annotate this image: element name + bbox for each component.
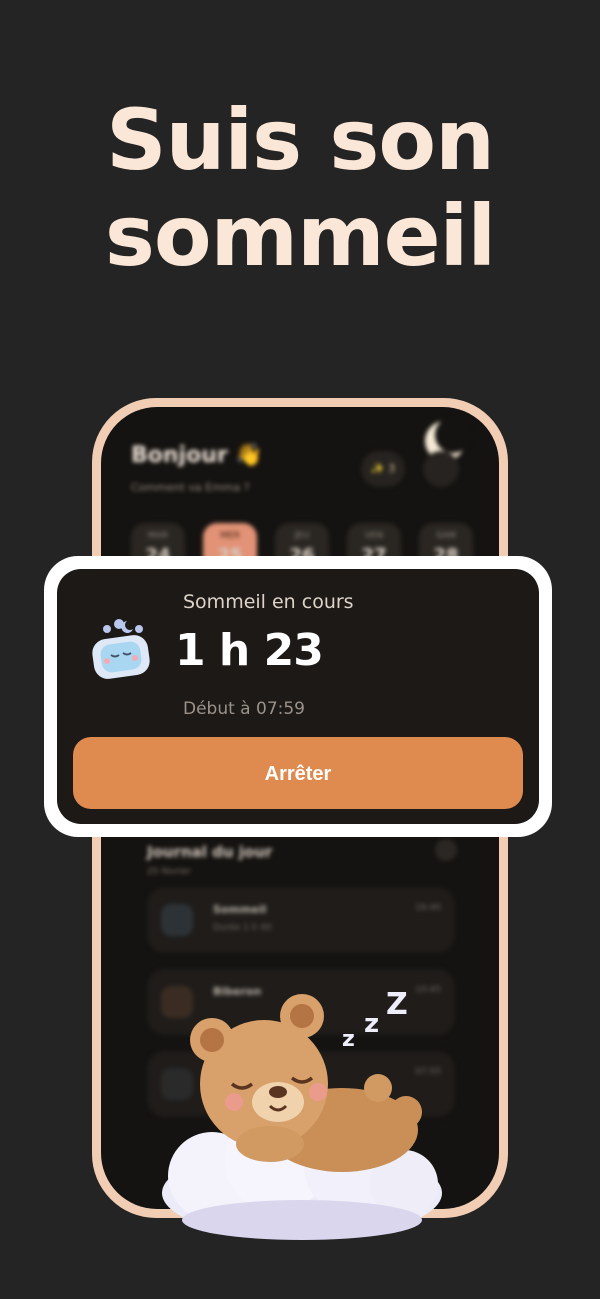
pillow-icon <box>92 619 150 679</box>
sleep-in-progress-card: Sommeil en cours 1 h 23 Début à 07:59 Ar… <box>44 556 552 837</box>
greeting-subtitle: Comment va Emma ? <box>131 481 250 494</box>
svg-text:z: z <box>364 1009 379 1039</box>
greeting: Bonjour 👋 <box>131 443 263 468</box>
card-body: Sommeil en cours 1 h 23 Début à 07:59 Ar… <box>57 569 539 824</box>
sleep-duration: 1 h 23 <box>175 625 324 676</box>
headline-line-2: sommeil <box>104 187 496 285</box>
sleeping-bear-illustration: z z Z <box>162 988 442 1240</box>
journal-action[interactable] <box>435 839 457 861</box>
streak-pill[interactable]: ✨ 3 <box>361 451 405 487</box>
bell-icon[interactable] <box>423 451 459 487</box>
journal-entry[interactable]: Sommeil Durée 1 h 40 16:40 <box>147 887 455 953</box>
entry-time: 16:40 <box>415 903 441 913</box>
entry-subtitle: Durée 1 h 40 <box>213 923 272 933</box>
headline: Suis son sommeil <box>0 92 600 284</box>
svg-text:z: z <box>342 1027 355 1052</box>
sleep-entry-icon <box>161 904 193 936</box>
headline-line-1: Suis son <box>106 91 495 189</box>
sleep-start-time: Début à 07:59 <box>183 699 305 719</box>
journal-title: Journal du jour <box>147 843 273 861</box>
entry-title: Sommeil <box>213 903 267 916</box>
journal-date: 25 février <box>147 867 191 877</box>
card-label: Sommeil en cours <box>183 591 354 613</box>
svg-text:Z: Z <box>386 988 408 1022</box>
stop-button[interactable]: Arrêter <box>73 737 523 809</box>
